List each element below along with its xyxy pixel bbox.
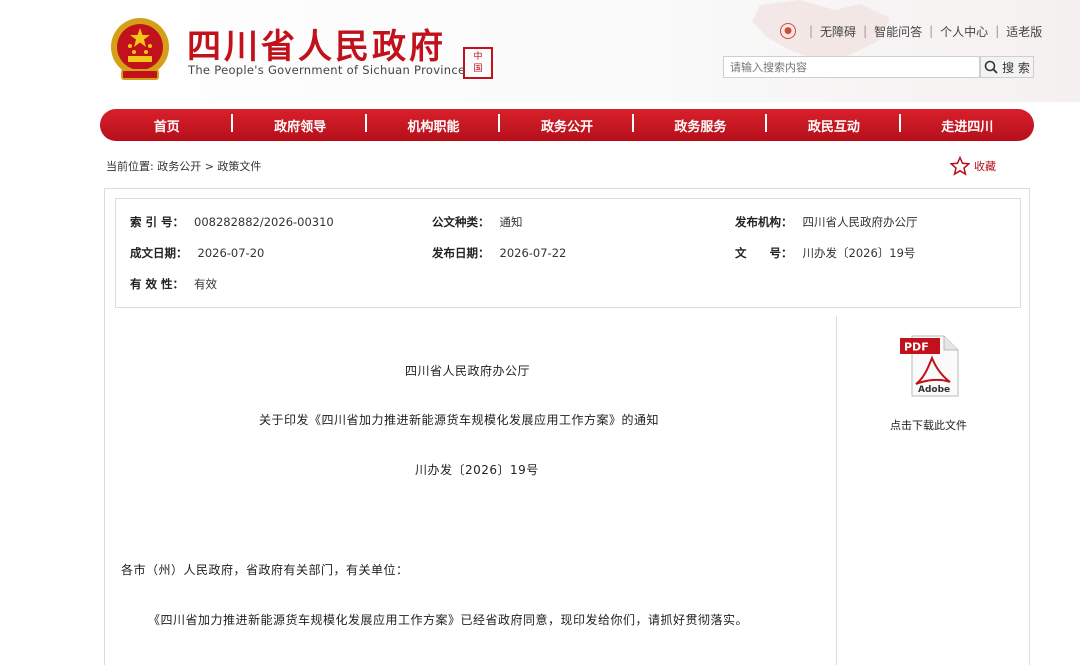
seal-char: 中: [473, 52, 483, 62]
adobe-label: Adobe: [918, 385, 950, 395]
nav-item-leaders[interactable]: 政府领导: [233, 113, 368, 135]
divider: |: [929, 24, 934, 38]
top-utility-links: ● | 无障碍 | 智能问答 | 个人中心 | 适老版: [780, 22, 1042, 40]
meta-value: 四川省人民政府办公厅: [802, 215, 918, 229]
document-number: 川办发〔2026〕19号: [415, 463, 539, 477]
meta-label: 发布机构：: [735, 215, 793, 229]
china-sichuan-seal-logo: 中 国: [463, 47, 493, 79]
favorite-button[interactable]: 收藏: [950, 156, 996, 176]
divider: |: [995, 24, 1000, 38]
search-button[interactable]: 搜 索: [980, 56, 1034, 78]
site-title[interactable]: 四川省人民政府: [187, 19, 446, 68]
document-salutation: 各市（州）人民政府，省政府有关部门，有关单位：: [121, 563, 409, 577]
meta-published: 发布日期： 2026-07-22: [432, 245, 566, 261]
main-nav: 首页 政府领导 机构职能 政务公开 政务服务 政民互动 走进四川: [100, 109, 1034, 141]
meta-label: 有 效 性：: [130, 277, 185, 291]
meta-value: 008282882/2026-00310: [194, 215, 334, 229]
search-input[interactable]: [723, 56, 980, 78]
meta-value: 2026-07-20: [197, 246, 265, 260]
page: 四川省人民政府 The People's Government of Sichu…: [0, 0, 1080, 665]
meta-docno: 文 号： 川办发〔2026〕19号: [735, 245, 915, 261]
document-body: 《四川省加力推进新能源货车规模化发展应用工作方案》已经省政府同意，现印发给你们，…: [148, 613, 749, 627]
meta-org: 发布机构： 四川省人民政府办公厅: [735, 214, 918, 230]
meta-label: 发布日期：: [432, 246, 490, 260]
star-icon: [950, 156, 970, 176]
nav-item-home[interactable]: 首页: [100, 113, 234, 135]
nav-item-about-sichuan[interactable]: 走进四川: [901, 116, 1034, 135]
meta-created: 成文日期： 2026-07-20: [130, 245, 264, 261]
search-button-label: 搜 索: [1002, 60, 1030, 75]
divider: |: [863, 24, 868, 38]
accessibility-link[interactable]: 无障碍: [820, 23, 856, 40]
nav-item-public-affairs[interactable]: 政务公开: [500, 113, 635, 135]
meta-label: 成文日期：: [130, 246, 188, 260]
divider: |: [809, 24, 814, 38]
smart-qa-link[interactable]: 智能问答: [874, 23, 922, 40]
elderly-version-link[interactable]: 适老版: [1006, 23, 1042, 40]
meta-value: 有效: [194, 277, 218, 291]
meta-index: 索 引 号： 008282882/2026-00310: [130, 214, 334, 230]
location-pin-icon[interactable]: ●: [780, 23, 796, 39]
meta-label: 索 引 号：: [130, 215, 185, 229]
meta-validity: 有 效 性： 有效: [130, 276, 217, 292]
column-divider: [836, 316, 837, 665]
document-title: 关于印发《四川省加力推进新能源货车规模化发展应用工作方案》的通知: [259, 413, 660, 427]
document-issuer: 四川省人民政府办公厅: [405, 364, 531, 378]
national-emblem-icon: [111, 18, 169, 80]
site-header: 四川省人民政府 The People's Government of Sichu…: [0, 0, 1080, 102]
pdf-file-icon[interactable]: PDF Adobe: [898, 334, 960, 398]
meta-value: 川办发〔2026〕19号: [802, 246, 916, 260]
site-subtitle: The People's Government of Sichuan Provi…: [188, 63, 466, 77]
favorite-label: 收藏: [974, 160, 996, 173]
meta-label: 文 号：: [735, 246, 793, 260]
pdf-label: PDF: [904, 341, 929, 354]
nav-item-interaction[interactable]: 政民互动: [767, 113, 901, 135]
meta-label: 公文种类：: [432, 215, 490, 229]
meta-type: 公文种类： 通知: [432, 214, 523, 230]
breadcrumb[interactable]: 当前位置: 政务公开 > 政策文件: [106, 158, 261, 174]
nav-item-services[interactable]: 政务服务: [634, 113, 768, 135]
meta-value: 2026-07-22: [499, 246, 567, 260]
personal-center-link[interactable]: 个人中心: [940, 23, 988, 40]
download-file-link[interactable]: 点击下载此文件: [890, 417, 967, 433]
nav-item-functions[interactable]: 机构职能: [367, 113, 501, 135]
seal-char: 国: [473, 64, 483, 74]
search-icon: [984, 60, 998, 74]
meta-value: 通知: [499, 215, 523, 229]
